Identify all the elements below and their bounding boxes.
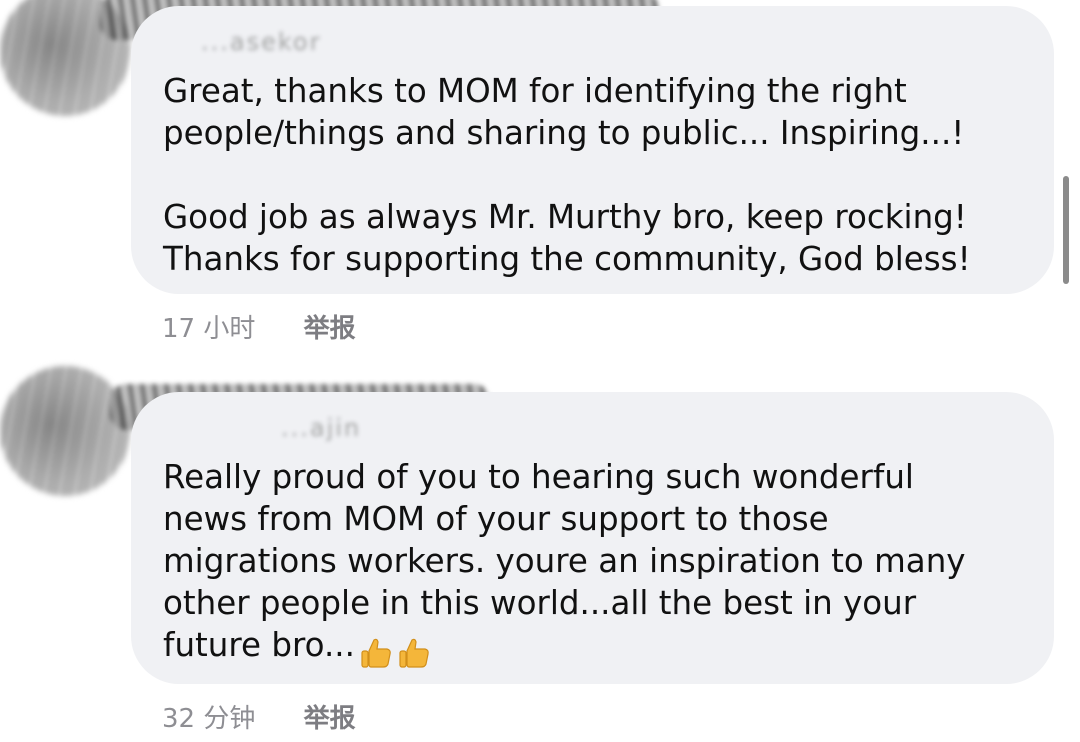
thumbs-up-icon bbox=[359, 636, 393, 670]
emoji-group bbox=[355, 630, 431, 672]
comment-text: Really proud of you to hearing such wond… bbox=[163, 456, 1030, 672]
comments-page: ...asekor Great, thanks to MOM for ident… bbox=[0, 0, 1080, 742]
avatar-blurred[interactable] bbox=[0, 366, 130, 496]
comment-meta: 17 小时 举报 bbox=[162, 308, 356, 345]
comment-text: Great, thanks to MOM for identifying the… bbox=[163, 72, 971, 278]
comment-timestamp: 17 小时 bbox=[162, 314, 256, 344]
comment-author[interactable]: ...ajin bbox=[281, 414, 361, 442]
thumbs-up-icon bbox=[397, 636, 431, 670]
report-link[interactable]: 举报 bbox=[304, 308, 356, 345]
comment-bubble[interactable]: ...ajin Really proud of you to hearing s… bbox=[131, 392, 1054, 684]
report-link[interactable]: 举报 bbox=[304, 698, 356, 735]
comment-bubble[interactable]: ...asekor Great, thanks to MOM for ident… bbox=[131, 6, 1054, 294]
comment-text-body: Really proud of you to hearing such wond… bbox=[163, 458, 966, 664]
comment-timestamp: 32 分钟 bbox=[162, 704, 256, 734]
scrollbar[interactable] bbox=[1063, 176, 1069, 284]
comment-author[interactable]: ...asekor bbox=[201, 28, 321, 56]
comment-meta: 32 分钟 举报 bbox=[162, 698, 356, 735]
